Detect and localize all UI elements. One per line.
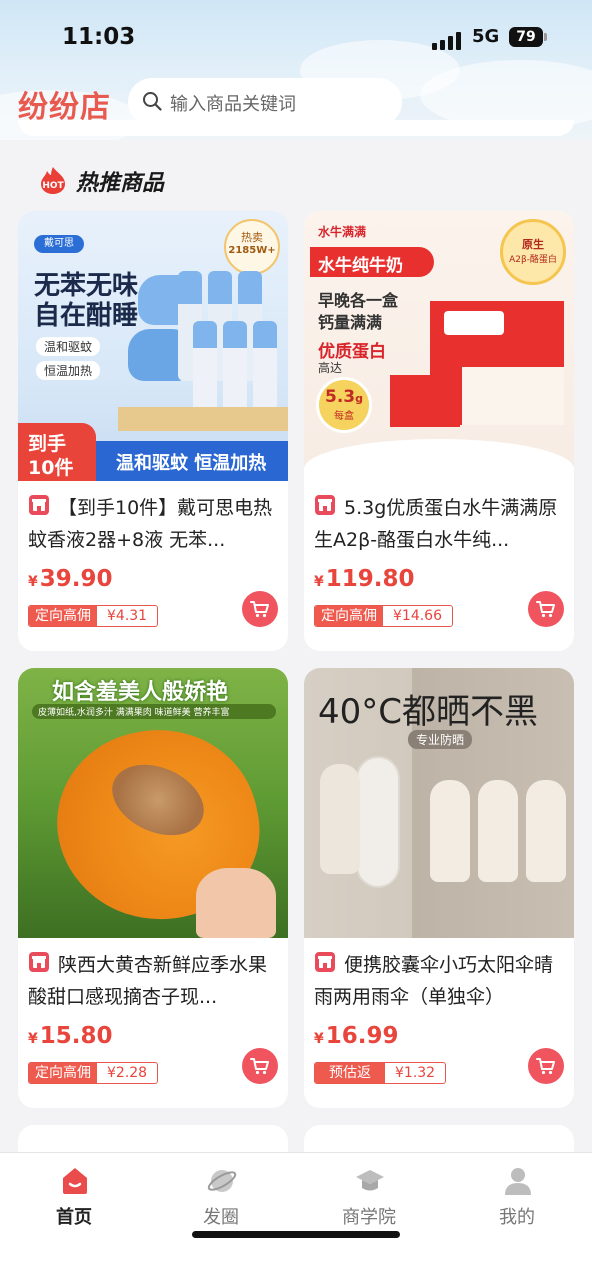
protein-seal: 5.3g 每盒 bbox=[316, 377, 372, 433]
status-time: 11:03 bbox=[62, 24, 136, 50]
product-title[interactable]: 陕西大黄杏新鲜应季水果酸甜口感现摘杏子现... bbox=[28, 949, 280, 1013]
search-placeholder: 输入商品关键词 bbox=[170, 94, 296, 115]
product-card[interactable]: 戴可思 无苯无味 自在酣睡 温和驱蚊 恒温加热 热卖 2185W+ 温和驱蚊 恒… bbox=[18, 211, 288, 651]
product-image[interactable]: 水牛满满 水牛纯牛奶 早晚各一盒 钙量满满 优质蛋白 高达 5.3g 每盒 原生… bbox=[304, 211, 574, 481]
product-price: ¥16.99 bbox=[314, 1023, 399, 1049]
cart-icon bbox=[536, 601, 555, 618]
planet-icon bbox=[207, 1170, 237, 1192]
product-image[interactable]: 戴可思 无苯无味 自在酣睡 温和驱蚊 恒温加热 热卖 2185W+ 温和驱蚊 恒… bbox=[18, 211, 288, 481]
signal-icon bbox=[432, 32, 462, 50]
a2-seal: 原生 A2β-酪蛋白 bbox=[500, 219, 566, 285]
hot-icon: HOT bbox=[41, 167, 65, 194]
tab-academy[interactable]: 商学院 bbox=[324, 1161, 414, 1231]
commission-badge: 定向高佣 ¥14.66 bbox=[314, 605, 453, 627]
product-card[interactable]: 40°C都晒不黑 专业防晒 便携胶囊伞小巧太阳伞晴雨两用雨伞（单独伞） ¥16.… bbox=[304, 668, 574, 1108]
tab-home[interactable]: 首页 bbox=[29, 1161, 119, 1231]
image-headline: 40°C都晒不黑 bbox=[318, 692, 539, 732]
tab-label: 发圈 bbox=[203, 1207, 239, 1228]
product-price: ¥15.80 bbox=[28, 1023, 113, 1049]
image-headline: 如含羞美人般娇艳 bbox=[52, 680, 229, 705]
network-type: 5G bbox=[472, 26, 500, 47]
image-subline: 皮薄如纸,水润多汁 满满果肉 味道鲜美 营养丰富 bbox=[32, 704, 276, 719]
tab-profile[interactable]: 我的 bbox=[472, 1161, 562, 1231]
commission-badge: 预估返 ¥1.32 bbox=[314, 1062, 447, 1084]
person-icon bbox=[505, 1168, 531, 1195]
previous-card-edge bbox=[18, 120, 574, 136]
image-brand: 水牛满满 bbox=[318, 225, 367, 239]
battery-icon: 79 bbox=[509, 27, 543, 47]
tab-label: 商学院 bbox=[342, 1207, 396, 1228]
product-price: ¥119.80 bbox=[314, 566, 415, 592]
product-card[interactable]: 水牛满满 水牛纯牛奶 早晚各一盒 钙量满满 优质蛋白 高达 5.3g 每盒 原生… bbox=[304, 211, 574, 651]
tab-label: 首页 bbox=[56, 1207, 92, 1228]
cart-icon bbox=[536, 1058, 555, 1075]
search-input[interactable]: 输入商品关键词 bbox=[128, 78, 402, 126]
cart-icon bbox=[250, 1058, 269, 1075]
product-image[interactable]: 40°C都晒不黑 专业防晒 bbox=[304, 668, 574, 938]
graduation-cap-icon bbox=[356, 1170, 384, 1191]
image-tag: 专业防晒 bbox=[408, 730, 473, 749]
cart-icon bbox=[250, 601, 269, 618]
home-indicator bbox=[192, 1231, 400, 1238]
svg-text:HOT: HOT bbox=[42, 181, 64, 191]
commission-badge: 定向高佣 ¥4.31 bbox=[28, 605, 159, 627]
tab-moments[interactable]: 发圈 bbox=[176, 1161, 266, 1231]
image-feature: 温和驱蚊 bbox=[36, 337, 101, 356]
brand-pill: 戴可思 bbox=[34, 235, 84, 253]
add-to-cart-button[interactable] bbox=[528, 1048, 564, 1084]
image-text: 钙量满满 bbox=[318, 313, 383, 332]
product-price: ¥39.90 bbox=[28, 566, 113, 592]
product-image[interactable]: 如含羞美人般娇艳 皮薄如纸,水润多汁 满满果肉 味道鲜美 营养丰富 bbox=[18, 668, 288, 938]
image-feature: 恒温加热 bbox=[36, 361, 101, 380]
battery-tip bbox=[544, 33, 547, 41]
product-title[interactable]: 便携胶囊伞小巧太阳伞晴雨两用雨伞（单独伞） bbox=[314, 949, 566, 1013]
banner-text: 温和驱蚊 恒温加热 bbox=[116, 453, 267, 474]
image-headline: 自在酣睡 bbox=[34, 301, 139, 331]
tab-label: 我的 bbox=[499, 1207, 535, 1228]
section-title: 热推商品 bbox=[76, 171, 165, 196]
umbrella-case-illustration bbox=[356, 756, 400, 888]
hot-sale-seal: 热卖 2185W+ bbox=[224, 219, 280, 275]
header: 11:03 5G 79 纷纷店 输入商品关键词 bbox=[0, 0, 592, 140]
image-text: 高达 bbox=[318, 361, 343, 375]
add-to-cart-button[interactable] bbox=[242, 1048, 278, 1084]
image-text: 早晚各一盒 bbox=[318, 291, 399, 310]
add-to-cart-button[interactable] bbox=[242, 591, 278, 627]
commission-badge: 定向高佣 ¥2.28 bbox=[28, 1062, 159, 1084]
product-card[interactable]: 如含羞美人般娇艳 皮薄如纸,水润多汁 满满果肉 味道鲜美 营养丰富 陕西大黄杏新… bbox=[18, 668, 288, 1108]
home-icon bbox=[63, 1168, 87, 1194]
product-title[interactable]: 【到手10件】戴可思电热蚊香液2器+8液 无苯... bbox=[28, 492, 280, 556]
bottom-tab-bar: 首页 发圈 商学院 我的 bbox=[0, 1152, 592, 1280]
status-bar: 11:03 5G 79 bbox=[0, 18, 592, 62]
product-title[interactable]: 5.3g优质蛋白水牛满满原生A2β-酪蛋白水牛纯... bbox=[314, 492, 566, 556]
add-to-cart-button[interactable] bbox=[528, 591, 564, 627]
search-icon bbox=[143, 92, 162, 111]
